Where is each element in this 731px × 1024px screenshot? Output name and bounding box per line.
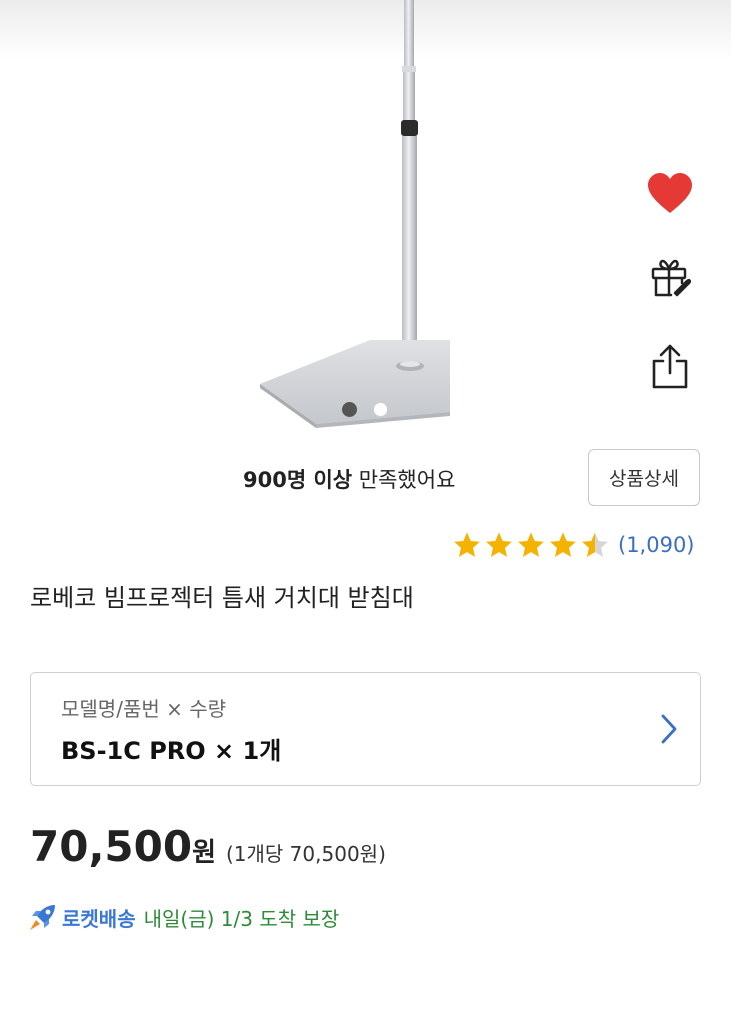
rocket-delivery-label: 로켓배송 xyxy=(62,906,136,931)
gift-icon xyxy=(651,259,691,297)
image-carousel-indicator xyxy=(342,402,388,417)
option-selector[interactable]: 모델명/품번 × 수량 BS-1C PRO × 1개 xyxy=(30,672,701,786)
share-icon xyxy=(652,344,688,389)
unit-price: (1개당 70,500원) xyxy=(226,842,386,866)
wishlist-button[interactable] xyxy=(640,168,700,220)
chevron-right-icon xyxy=(661,714,677,744)
star-icon xyxy=(550,532,576,557)
rocket-icon xyxy=(30,905,55,930)
option-value: BS-1C PRO × 1개 xyxy=(61,737,282,765)
carousel-dot-active[interactable] xyxy=(342,402,357,417)
satisfaction-summary: 900명 이상 만족했어요 xyxy=(243,464,455,494)
heart-icon xyxy=(648,173,692,213)
price: 70,500 원 (1개당 70,500원) xyxy=(30,822,386,871)
star-icon xyxy=(582,532,608,557)
rating-stars xyxy=(452,531,610,559)
price-amount: 70,500 xyxy=(30,822,193,871)
carousel-dot-inactive[interactable] xyxy=(373,402,388,417)
gift-button[interactable] xyxy=(640,252,700,304)
review-count[interactable]: (1,090) xyxy=(618,533,695,557)
product-image[interactable] xyxy=(250,0,470,430)
price-unit: 원 xyxy=(192,838,216,868)
satisfaction-count: 900명 이상 xyxy=(243,468,353,492)
star-icon xyxy=(486,532,512,557)
share-button[interactable] xyxy=(640,340,700,392)
rating[interactable]: (1,090) xyxy=(452,531,695,559)
product-title: 로베코 빔프로젝터 틈새 거치대 받침대 xyxy=(30,584,414,612)
star-icon xyxy=(518,532,544,557)
delivery-info: 로켓배송 내일(금) 1/3 도착 보장 xyxy=(28,902,339,932)
delivery-guarantee-text: 내일(금) 1/3 도착 보장 xyxy=(143,906,340,931)
product-detail-button[interactable]: 상품상세 xyxy=(588,449,700,506)
option-label: 모델명/품번 × 수량 xyxy=(61,697,227,721)
satisfaction-suffix: 만족했어요 xyxy=(352,468,456,492)
star-icon xyxy=(454,532,480,557)
